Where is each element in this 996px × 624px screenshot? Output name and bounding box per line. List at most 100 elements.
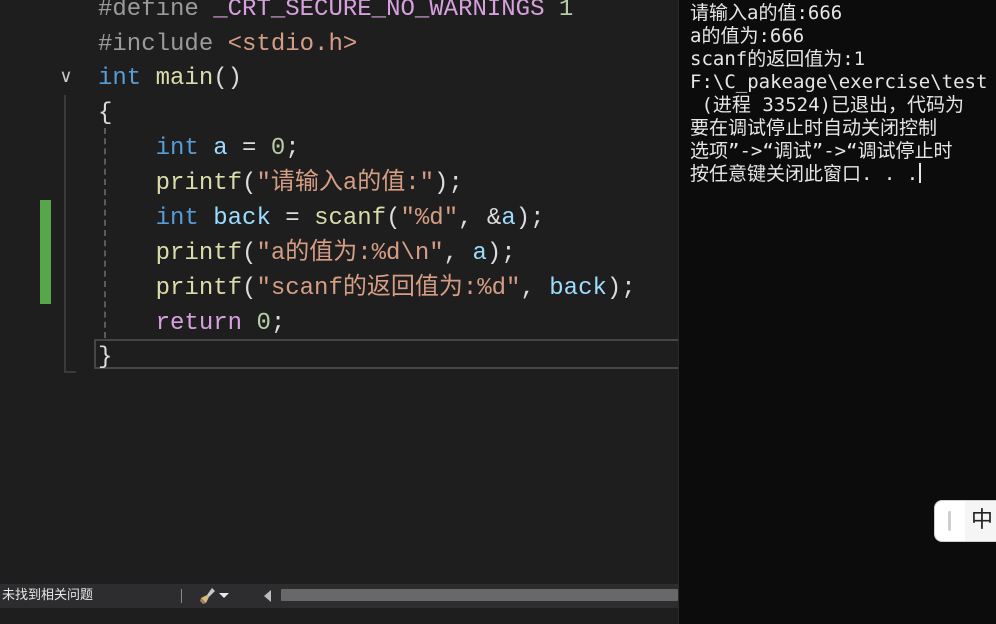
current-line-highlight — [94, 339, 678, 369]
code-token: a — [472, 240, 487, 267]
code-token: ); — [515, 205, 545, 232]
code-token: "%d" — [400, 205, 459, 232]
code-token: 0 — [256, 310, 271, 337]
code-token: int — [98, 65, 142, 92]
code-token: #define — [98, 0, 199, 23]
code-token: ( — [242, 275, 257, 302]
console-line: 选项”->“调试”->“调试停止时 — [690, 140, 953, 163]
console-line-text: 要在调试停止时自动关闭控制 — [690, 117, 938, 139]
code-token: ( — [386, 205, 401, 232]
status-separator — [181, 589, 182, 603]
code-line-text: return 0; — [98, 306, 286, 341]
code-token: = — [270, 205, 315, 232]
code-token: 0 — [270, 135, 286, 162]
outline-guide — [64, 95, 66, 373]
issues-status-text[interactable]: 未找到相关问题 — [2, 584, 93, 608]
code-line-text: #define _CRT_SECURE_NO_WARNINGS 1 — [98, 0, 573, 27]
code-line-text: int back = scanf("%d", &a); — [98, 201, 545, 236]
code-token: ( — [242, 170, 257, 197]
code-line-text: { — [98, 96, 112, 131]
code-token: , — [520, 275, 550, 302]
code-editor[interactable]: ∨ #define _CRT_SECURE_NO_WARNINGS 1 #incl… — [0, 0, 678, 584]
text-cursor — [919, 163, 922, 183]
code-line-text: int a = 0; — [98, 131, 300, 166]
console-line-text: a的值为:666 — [690, 25, 805, 47]
code-token: ); — [434, 170, 463, 197]
console-line-text: (进程 33524)已退出，代码为 — [690, 94, 964, 116]
code-token: ; — [285, 135, 300, 162]
code-token: "a的值为:%d\n" — [256, 240, 444, 267]
change-tracking-bar — [40, 200, 51, 304]
code-token: main — [155, 65, 214, 92]
collapse-chevron-icon[interactable]: ∨ — [54, 65, 78, 89]
horizontal-scrollbar-thumb[interactable] — [281, 589, 678, 601]
code-line-text: printf("scanf的返回值为:%d", back); — [98, 271, 636, 306]
scroll-left-arrow-icon[interactable] — [264, 590, 271, 602]
code-line-text: #include <stdio.h> — [98, 27, 357, 62]
code-line-text: } — [98, 340, 112, 375]
code-token: a — [501, 205, 516, 232]
code-token: printf — [155, 275, 243, 302]
code-token: printf — [155, 240, 243, 267]
console-line: a的值为:666 — [690, 25, 804, 48]
ime-mode-label[interactable]: 中 — [971, 506, 993, 536]
code-line-text: printf("a的值为:%d\n", a); — [98, 236, 516, 271]
code-token: = — [227, 135, 271, 162]
code-token: } — [98, 344, 113, 371]
console-line: 按任意键关闭此窗口. . . — [690, 163, 922, 186]
code-token: ); — [486, 240, 516, 267]
bottom-strip — [0, 608, 678, 624]
code-token: back — [213, 205, 271, 232]
ime-indicator[interactable]: 中 — [934, 500, 996, 542]
code-token: scanf — [314, 205, 387, 232]
code-token: ); — [606, 275, 636, 302]
code-token: printf — [155, 170, 243, 197]
code-token: ; — [270, 310, 286, 337]
code-cleanup-broom-icon[interactable] — [198, 586, 218, 606]
code-token: int — [155, 135, 199, 162]
console-line: 请输入a的值:666 — [690, 2, 842, 25]
console-line: F:\C_pakeage\exercise\test — [690, 71, 987, 94]
console-line: (进程 33524)已退出，代码为 — [690, 94, 964, 117]
code-token: ( — [242, 240, 257, 267]
console-line-text: 选项”->“调试”->“调试停止时 — [690, 140, 953, 162]
code-token: 1 — [558, 0, 574, 23]
console-line-text: scanf的返回值为:1 — [690, 48, 866, 70]
console-line-text: F:\C_pakeage\exercise\test — [690, 71, 988, 93]
code-token: #include — [98, 31, 214, 58]
code-token: , & — [458, 205, 502, 232]
code-token: , — [443, 240, 473, 267]
console-line: 要在调试停止时自动关闭控制 — [690, 117, 937, 140]
code-token: _CRT_SECURE_NO_WARNINGS — [213, 0, 545, 23]
code-token: { — [98, 100, 113, 127]
code-token: () — [213, 65, 243, 92]
console-line-text: 请输入a的值:666 — [690, 2, 843, 24]
console-line: scanf的返回值为:1 — [690, 48, 865, 71]
code-token: "请输入a的值:" — [256, 170, 435, 197]
code-line-text: int main() — [98, 61, 242, 96]
code-token: int — [155, 205, 199, 232]
code-token: return — [155, 310, 243, 337]
code-token: a — [213, 135, 228, 162]
console-line-text: 按任意键关闭此窗口. . . — [690, 163, 919, 185]
ime-grip-icon — [948, 511, 951, 531]
outline-guide-end — [64, 371, 76, 373]
code-token: "scanf的返回值为:%d" — [256, 275, 521, 302]
code-token: back — [549, 275, 607, 302]
code-cleanup-dropdown-icon[interactable] — [219, 593, 229, 598]
code-token: <stdio.h> — [227, 31, 358, 58]
code-line-text: printf("请输入a的值:"); — [98, 166, 463, 201]
